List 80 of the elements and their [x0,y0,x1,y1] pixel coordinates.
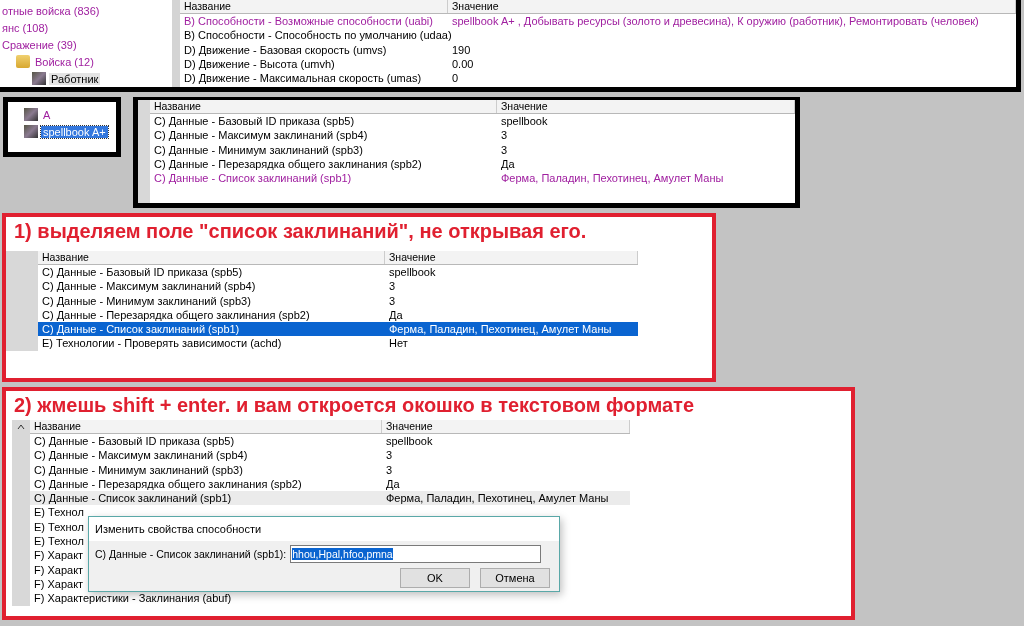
property-name: C) Данные - Минимум заклинаний (spb3) [153,142,364,157]
property-value: 3 [500,128,509,143]
unit-icon [24,125,38,138]
property-name: C) Данные - Список заклинаний (spb1) [33,491,233,506]
property-value: Да [388,307,404,323]
unit-icon [32,72,46,85]
column-header[interactable]: Название [150,100,497,113]
property-name: C) Данные - Максимум заклинаний (spb4) [41,279,257,294]
cancel-button[interactable]: Отмена [480,568,550,588]
tree-item[interactable]: spellbook A+ [41,125,108,138]
property-name: C) Данные - Перезарядка общего заклинания (spb2) [33,476,303,492]
step-heading: 2) жмешь shift + enter. и вам откроется окошко в текстовом формате [13,393,695,417]
property-name: D) Движение - Высота (umvh) [183,56,336,72]
property-name: C) Данные - Перезарядка общего заклинания (spb2) [153,156,423,172]
scroll-up-icon[interactable] [17,424,25,430]
property-value: spellbook A+ , Добывать ресурсы (золото и древесина), К оружию (работник), Ремонтировать (человек) [451,14,980,29]
property-value: 3 [385,448,394,463]
property-name: C) Данные - Минимум заклинаний (spb3) [33,462,244,477]
field-label: C) Данные - Список заклинаний (spb1): [95,548,287,560]
property-name: F) Характ [33,562,85,577]
property-value: Ферма, Паладин, Пехотинец, Амулет Маны [385,491,610,506]
highlighted-row[interactable]: C) Данные - Список заклинаний (spb1) Ферма, Паладин, Пехотинец, Амулет Маны [30,491,630,506]
property-name: E) Технологии - Проверять зависимости (achd) [41,336,283,351]
column-header[interactable]: Значение [382,420,630,433]
property-name: B) Способности - Способность по умолчанию (udaa) [183,28,453,43]
property-name: C) Данные - Базовый ID приказа (spb5) [33,434,236,449]
property-value: Да [385,476,401,492]
property-name: C) Данные - Список заклинаний (spb1) [153,171,353,186]
property-value: 3 [500,142,509,157]
tree-item[interactable]: янс (108) [0,21,51,34]
property-value: Ферма, Паладин, Пехотинец, Амулет Маны [500,171,725,186]
column-header[interactable]: Название [38,251,385,264]
ok-button[interactable]: OK [400,568,470,588]
scrollbar[interactable] [6,251,38,351]
property-value: spellbook [500,114,549,129]
property-value: 0 [451,71,460,86]
property-name: B) Способности - Возможные способности (uabi) [183,14,434,29]
property-value: Ферма, Паладин, Пехотинец, Амулет Маны [388,322,613,337]
property-name: C) Данные - Базовый ID приказа (spb5) [41,265,244,280]
column-header[interactable]: Название [30,420,382,433]
input-field[interactable]: hhou,Hpal,hfoo,pmna [290,545,542,563]
property-name: C) Данные - Список заклинаний (spb1) [41,322,241,337]
tree-item[interactable]: A [41,108,53,121]
property-value: spellbook [388,265,437,280]
property-value: Нет [388,336,409,351]
property-value: 190 [451,42,472,57]
column-header[interactable]: Значение [497,100,795,113]
column-header[interactable]: Название [180,0,448,13]
unit-icon [24,108,38,121]
property-name: E) Технол [33,534,85,549]
property-value: 3 [385,462,394,477]
tree-item[interactable]: Работник [49,72,101,85]
property-name: E) Технол [33,519,85,535]
tree-item[interactable]: Войска (12) [33,55,96,68]
column-header[interactable]: Значение [448,0,1016,13]
property-value: 0.00 [451,56,475,72]
property-name: F) Характеристики - Заклинания (abuf) [33,591,233,606]
property-name: C) Данные - Базовый ID приказа (spb5) [153,114,356,129]
tree-item[interactable]: отные войска (836) [0,4,102,17]
property-name: C) Данные - Максимум заклинаний (spb4) [33,448,249,463]
property-value: Да [500,156,516,172]
property-name: F) Характ [33,576,85,592]
property-name: C) Данные - Перезарядка общего заклинания (spb2) [41,307,311,323]
property-name: C) Данные - Максимум заклинаний (spb4) [153,128,369,143]
property-name: C) Данные - Минимум заклинаний (spb3) [41,293,252,308]
folder-icon [16,55,30,68]
property-value: 3 [388,279,397,294]
scrollbar[interactable] [12,420,30,606]
dialog-title: Изменить свойства способности [89,517,559,541]
property-name: D) Движение - Максимальная скорость (umas) [183,71,423,86]
property-name: E) Технол [33,505,85,520]
property-value: 3 [388,293,397,308]
highlighted-row[interactable]: C) Данные - Список заклинаний (spb1) Ферма, Паладин, Пехотинец, Амулет Маны [38,322,638,337]
property-name: F) Характ [33,548,85,563]
property-name: D) Движение - Базовая скорость (umvs) [183,42,388,57]
scrollbar[interactable] [138,100,150,203]
property-value: spellbook [385,434,434,449]
tree-item[interactable]: Сражение (39) [0,38,79,51]
step-heading: 1) выделяем поле "список заклинаний", не открывая его. [13,219,588,243]
column-header[interactable]: Значение [385,251,638,264]
